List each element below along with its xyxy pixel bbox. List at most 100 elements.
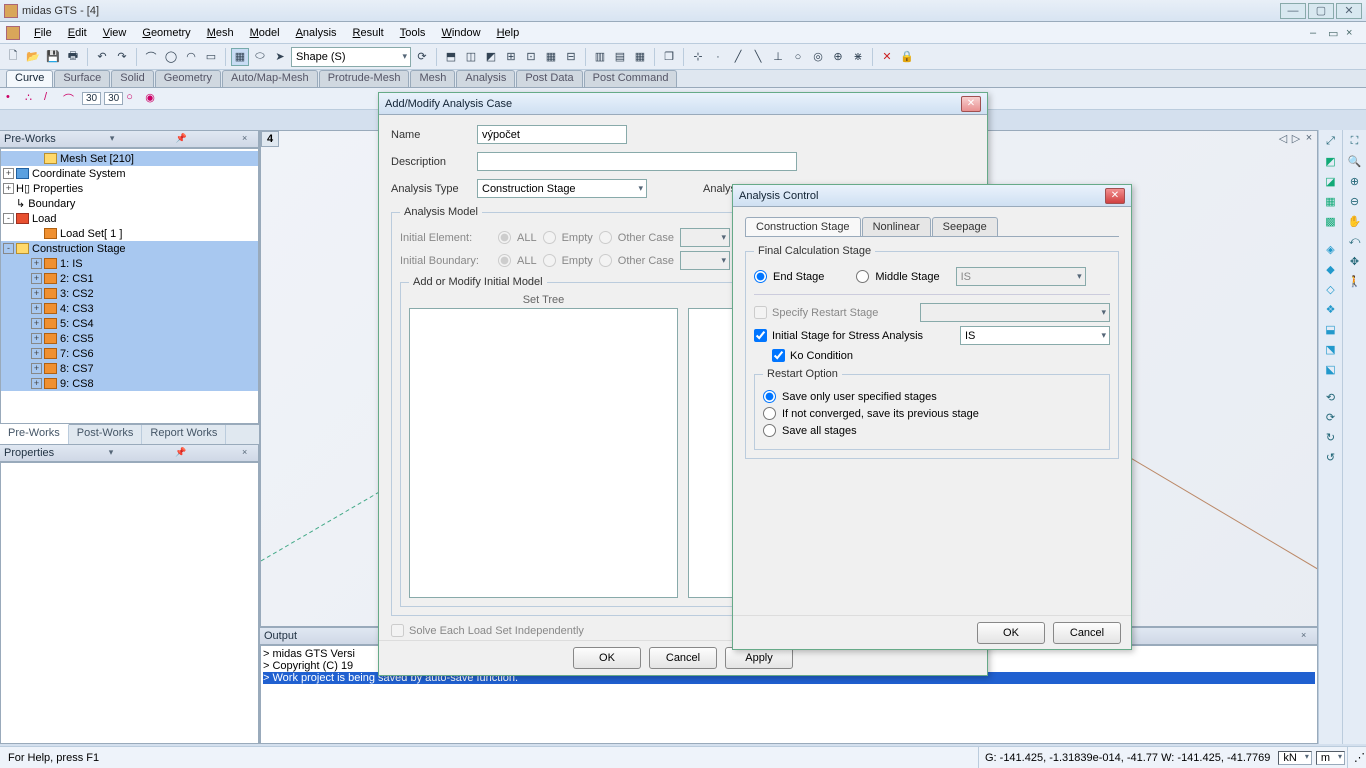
pan2-icon[interactable]: ✥	[1346, 252, 1364, 270]
tab-geometry[interactable]: Geometry	[155, 70, 221, 87]
pane-close-icon[interactable]: ×	[242, 133, 254, 145]
dlg2-close-icon[interactable]: ✕	[1105, 188, 1125, 204]
zoom1-icon[interactable]: 🔍	[1346, 152, 1364, 170]
cube2-icon[interactable]: ◪	[1322, 172, 1340, 190]
layer-icon[interactable]: ❐	[660, 48, 678, 66]
menu-edit[interactable]: Edit	[60, 25, 95, 41]
snap7-icon[interactable]: ◎	[809, 48, 827, 66]
mdi-close-icon[interactable]: ×	[1346, 27, 1360, 39]
dlg1-close-icon[interactable]: ✕	[961, 96, 981, 112]
snap6-icon[interactable]: ○	[789, 48, 807, 66]
tree-row[interactable]: +6: CS5	[1, 331, 258, 346]
sel2-icon[interactable]: ◫	[462, 48, 480, 66]
tab-post-command[interactable]: Post Command	[584, 70, 678, 87]
initial-stage-combo[interactable]: IS	[960, 326, 1110, 345]
lasso-icon[interactable]: ⬭	[251, 48, 269, 66]
iso6-icon[interactable]: ⬔	[1322, 340, 1340, 358]
tab-auto-map-mesh[interactable]: Auto/Map-Mesh	[222, 70, 318, 87]
menu-view[interactable]: View	[95, 25, 135, 41]
iso4-icon[interactable]: ❖	[1322, 300, 1340, 318]
snap5-icon[interactable]: ⊥	[769, 48, 787, 66]
snap1-icon[interactable]: ⊹	[689, 48, 707, 66]
tab-mesh[interactable]: Mesh	[410, 70, 455, 87]
tab-analysis[interactable]: Analysis	[456, 70, 515, 87]
settree-listbox[interactable]	[409, 308, 678, 598]
pan-icon[interactable]: ✋	[1346, 212, 1364, 230]
tree-row[interactable]: +2: CS1	[1, 271, 258, 286]
type-combo[interactable]: Construction Stage	[477, 179, 647, 198]
dlg1-apply-button[interactable]: Apply	[725, 647, 793, 669]
rot4-icon[interactable]: ↺	[1322, 448, 1340, 466]
works-tab-report-works[interactable]: Report Works	[142, 425, 226, 444]
menu-file[interactable]: File	[26, 25, 60, 41]
ro1-radio[interactable]	[763, 390, 776, 403]
grid3-icon[interactable]: ▦	[631, 48, 649, 66]
iso1-icon[interactable]: ◈	[1322, 240, 1340, 258]
iso7-icon[interactable]: ⬕	[1322, 360, 1340, 378]
ro3-radio[interactable]	[763, 424, 776, 437]
lock-icon[interactable]: 🔒	[898, 48, 916, 66]
tree-row[interactable]: +3: CS2	[1, 286, 258, 301]
pt2-icon[interactable]: ∴	[25, 91, 41, 107]
snap9-icon[interactable]: ⋇	[849, 48, 867, 66]
snap3-icon[interactable]: ╱	[729, 48, 747, 66]
menu-model[interactable]: Model	[242, 25, 288, 41]
preworks-tree[interactable]: Mesh Set [210]+Coordinate System+H▯ Prop…	[0, 148, 259, 424]
tree-row[interactable]: +7: CS6	[1, 346, 258, 361]
tab-seepage[interactable]: Seepage	[932, 217, 998, 236]
tree-row[interactable]: ↳ Boundary	[1, 196, 258, 211]
sel3-icon[interactable]: ◩	[482, 48, 500, 66]
curve-icon[interactable]: ⌒	[142, 48, 160, 66]
name-input[interactable]	[477, 125, 627, 144]
sel4-icon[interactable]: ⊞	[502, 48, 520, 66]
tree-row[interactable]: +H▯ Properties	[1, 181, 258, 196]
open-icon[interactable]: 📂	[24, 48, 42, 66]
rot2-icon[interactable]: ⟳	[1322, 408, 1340, 426]
tree-row[interactable]: +9: CS8	[1, 376, 258, 391]
dlg1-ok-button[interactable]: OK	[573, 647, 641, 669]
walk-icon[interactable]: 🚶	[1346, 272, 1364, 290]
status-resize-grip[interactable]: ⋰	[1347, 747, 1360, 768]
sel6-icon[interactable]: ▦	[542, 48, 560, 66]
rot3-icon[interactable]: ↻	[1322, 428, 1340, 446]
works-tab-post-works[interactable]: Post-Works	[69, 425, 143, 444]
mdi-restore-icon[interactable]: ▭	[1328, 27, 1342, 39]
axis-icon[interactable]: ⤢	[1322, 132, 1340, 150]
dlg2-cancel-button[interactable]: Cancel	[1053, 622, 1121, 644]
tab-curve[interactable]: Curve	[6, 70, 53, 87]
cube4-icon[interactable]: ▩	[1322, 212, 1340, 230]
tree-row[interactable]: -Load	[1, 211, 258, 226]
maximize-button[interactable]: ▢	[1308, 3, 1334, 19]
ln2-icon[interactable]: ⌒	[63, 91, 79, 107]
ko-condition-check[interactable]	[772, 349, 785, 362]
out-close-icon[interactable]: ×	[1301, 630, 1313, 642]
props-pin2-icon[interactable]: 📌	[175, 447, 187, 459]
zoom2-icon[interactable]: ⊕	[1346, 172, 1364, 190]
menu-window[interactable]: Window	[433, 25, 488, 41]
dlg1-cancel-button[interactable]: Cancel	[649, 647, 717, 669]
mdi-minimize-icon[interactable]: –	[1310, 27, 1324, 39]
menu-tools[interactable]: Tools	[392, 25, 434, 41]
snap-off-icon[interactable]: ✕	[878, 48, 896, 66]
tree-row[interactable]: -Construction Stage	[1, 241, 258, 256]
menu-mesh[interactable]: Mesh	[199, 25, 242, 41]
tree-row[interactable]: +4: CS3	[1, 301, 258, 316]
sel5-icon[interactable]: ⊡	[522, 48, 540, 66]
tree-row[interactable]: +1: IS	[1, 256, 258, 271]
refresh-icon[interactable]: ⟳	[413, 48, 431, 66]
sel7-icon[interactable]: ⊟	[562, 48, 580, 66]
cube3-icon[interactable]: ▦	[1322, 192, 1340, 210]
props-pin-icon[interactable]: ▾	[109, 447, 121, 459]
end2-icon[interactable]: ◉	[145, 91, 161, 107]
print-icon[interactable]: 🖶	[64, 48, 82, 66]
circle-icon[interactable]: ◯	[162, 48, 180, 66]
initial-stage-check[interactable]	[754, 329, 767, 342]
snap2-icon[interactable]: ·	[709, 48, 727, 66]
cube1-icon[interactable]: ◩	[1322, 152, 1340, 170]
dlg1-titlebar[interactable]: Add/Modify Analysis Case ✕	[379, 93, 987, 115]
fit-icon[interactable]: ⛶	[1346, 132, 1364, 150]
iso2-icon[interactable]: ◆	[1322, 260, 1340, 278]
tree-row[interactable]: Load Set[ 1 ]	[1, 226, 258, 241]
menu-help[interactable]: Help	[489, 25, 528, 41]
desc-input[interactable]	[477, 152, 797, 171]
